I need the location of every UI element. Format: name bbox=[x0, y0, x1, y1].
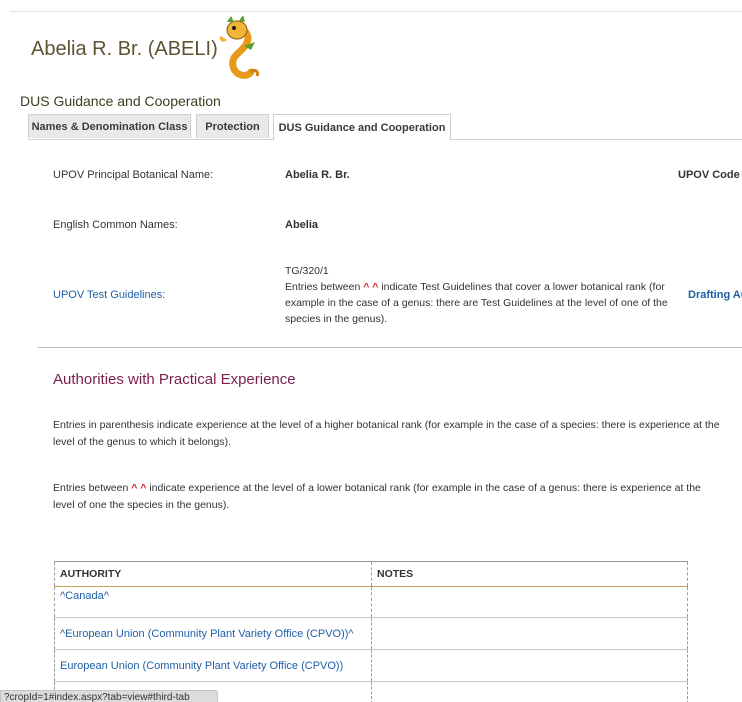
upov-code-label: UPOV Code bbox=[678, 169, 740, 181]
page-title: Abelia R. Br. (ABELI) bbox=[31, 38, 218, 60]
authority-link[interactable]: ^Canada^ bbox=[54, 586, 372, 618]
authorities-table: AUTHORITY NOTES ^Canada^ ^European Union… bbox=[54, 561, 688, 702]
test-guidelines-info: TG/320/1 Entries between ^ ^ indicate Te… bbox=[285, 263, 705, 327]
test-guideline-note: Entries between ^ ^ indicate Test Guidel… bbox=[285, 279, 705, 327]
caret-note: Entries between ^ ^ indicate experience … bbox=[53, 480, 723, 514]
test-guideline-code: TG/320/1 bbox=[285, 265, 329, 277]
section-divider bbox=[38, 347, 742, 348]
caret-note-suffix: indicate experience at the level of a lo… bbox=[53, 482, 701, 511]
authority-column-header: AUTHORITY bbox=[54, 561, 372, 587]
authorities-title: Authorities with Practical Experience bbox=[53, 371, 296, 388]
drafting-authority-link[interactable]: Drafting Aut bbox=[688, 289, 742, 301]
notes-cell bbox=[371, 681, 688, 702]
caret-note-carets: ^ ^ bbox=[131, 482, 147, 494]
top-divider bbox=[10, 11, 742, 12]
table-row: European Union (Community Plant Variety … bbox=[54, 649, 688, 682]
caret-note-prefix: Entries between bbox=[53, 482, 129, 494]
parenthesis-note: Entries in parenthesis indicate experien… bbox=[53, 419, 720, 448]
page: Abelia R. Br. (ABELI) DUS Guidance and C… bbox=[0, 0, 742, 702]
test-guidelines-link[interactable]: UPOV Test Guidelines: bbox=[53, 289, 165, 301]
table-row: ^European Union (Community Plant Variety… bbox=[54, 617, 688, 650]
notes-cell bbox=[371, 649, 688, 682]
tab-dus-guidance[interactable]: DUS Guidance and Cooperation bbox=[273, 114, 451, 140]
principal-name-value: Abelia R. Br. bbox=[285, 169, 350, 181]
status-bar-url: ?cropId=1#index.aspx?tab=view#third-tab bbox=[0, 690, 218, 702]
tab-protection[interactable]: Protection bbox=[196, 114, 269, 138]
dragon-mascot-icon bbox=[219, 16, 259, 79]
common-names-value: Abelia bbox=[285, 219, 319, 231]
notes-cell bbox=[371, 617, 688, 650]
principal-name-label: UPOV Principal Botanical Name: bbox=[53, 169, 214, 181]
table-header-row: AUTHORITY NOTES bbox=[54, 561, 688, 587]
authority-link[interactable]: ^European Union (Community Plant Variety… bbox=[54, 617, 372, 650]
tg-note-carets: ^ ^ bbox=[363, 281, 379, 293]
notes-column-header: NOTES bbox=[371, 561, 688, 587]
table-row: ^Canada^ bbox=[54, 586, 688, 618]
authority-link[interactable]: European Union (Community Plant Variety … bbox=[54, 649, 372, 682]
section-title: DUS Guidance and Cooperation bbox=[20, 93, 221, 109]
tab-names-denomination[interactable]: Names & Denomination Class bbox=[28, 114, 191, 138]
tg-note-prefix: Entries between bbox=[285, 281, 361, 293]
common-names-label: English Common Names: bbox=[53, 219, 178, 231]
notes-cell bbox=[371, 586, 688, 618]
